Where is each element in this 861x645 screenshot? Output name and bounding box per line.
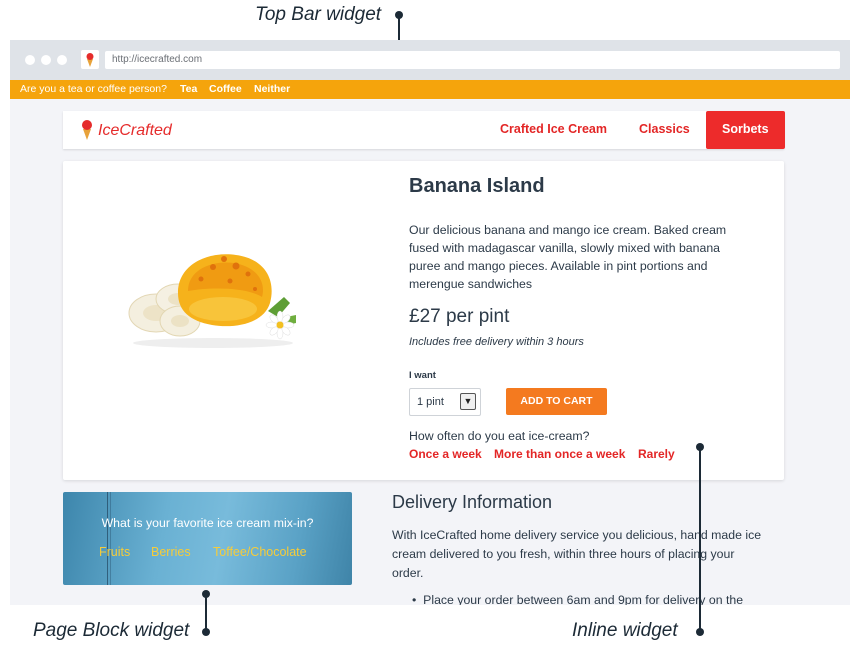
logo-text: IceCrafted xyxy=(98,122,172,139)
mixin-option-fruits[interactable]: Fruits xyxy=(99,545,130,559)
delivery-bullet-text: Place your order between 6am and 9pm for… xyxy=(423,593,744,605)
product-image xyxy=(118,241,308,351)
wood-plank-line xyxy=(110,492,111,585)
delivery-note: Includes free delivery within 3 hours xyxy=(409,336,584,348)
delivery-title: Delivery Information xyxy=(392,492,553,512)
ice-cream-logo-icon xyxy=(82,120,92,140)
page-block-widget: What is your favorite ice cream mix-in? … xyxy=(63,492,352,585)
topbar-option-coffee[interactable]: Coffee xyxy=(209,83,242,95)
delivery-bullet: • Place your order between 6am and 9pm f… xyxy=(412,593,744,605)
page-block-callout: Page Block widget xyxy=(33,620,190,641)
product-title: Banana Island xyxy=(409,175,545,197)
delivery-body: With IceCrafted home delivery service yo… xyxy=(392,528,762,580)
quantity-label: I want xyxy=(409,370,436,381)
browser-chrome: http://icecrafted.com xyxy=(10,40,850,80)
nav-sorbets[interactable]: Sorbets xyxy=(706,111,785,149)
survey-option-more-than-once[interactable]: More than once a week xyxy=(494,447,625,461)
chevron-down-icon[interactable]: ▼ xyxy=(460,393,476,410)
nav-classics[interactable]: Classics xyxy=(639,122,690,136)
quantity-select[interactable]: 1 pint ▼ xyxy=(409,388,481,416)
wood-plank-line xyxy=(107,492,108,585)
window-control-icon[interactable] xyxy=(57,55,67,65)
callout-dot xyxy=(202,628,210,636)
mixin-option-berries[interactable]: Berries xyxy=(151,545,191,559)
favicon-icon xyxy=(81,50,99,69)
survey-option-once-a-week[interactable]: Once a week xyxy=(409,447,482,461)
window-control-icon[interactable] xyxy=(25,55,35,65)
top-bar-widget: Are you a tea or coffee person? Tea Coff… xyxy=(10,80,850,99)
callout-dot xyxy=(696,628,704,636)
topbar-question: Are you a tea or coffee person? xyxy=(20,83,167,95)
callout-line xyxy=(699,447,701,631)
address-bar[interactable]: http://icecrafted.com xyxy=(105,51,840,69)
window-control-icon[interactable] xyxy=(41,55,51,65)
nav-crafted-ice-cream[interactable]: Crafted Ice Cream xyxy=(500,122,607,136)
mixin-option-toffee-chocolate[interactable]: Toffee/Chocolate xyxy=(213,545,307,559)
topbar-option-neither[interactable]: Neither xyxy=(254,83,290,95)
inline-survey-question: How often do you eat ice-cream? xyxy=(409,429,590,443)
inline-callout: Inline widget xyxy=(572,620,678,641)
product-card: Banana Island Our delicious banana and m… xyxy=(63,161,784,480)
product-price: £27 per pint xyxy=(409,306,510,327)
mixin-question: What is your favorite ice cream mix-in? xyxy=(101,516,314,530)
browser-window: http://icecrafted.com Are you a tea or c… xyxy=(10,40,850,605)
top-bar-callout: Top Bar widget xyxy=(255,4,382,25)
callout-line xyxy=(205,594,207,632)
quantity-value: 1 pint xyxy=(417,396,444,408)
product-description: Our delicious banana and mango ice cream… xyxy=(409,223,727,291)
topbar-option-tea[interactable]: Tea xyxy=(180,83,197,95)
site-navigation: IceCrafted Crafted Ice Cream Classics So… xyxy=(63,111,785,149)
add-to-cart-button[interactable]: ADD TO CART xyxy=(506,388,607,415)
survey-option-rarely[interactable]: Rarely xyxy=(638,447,675,461)
